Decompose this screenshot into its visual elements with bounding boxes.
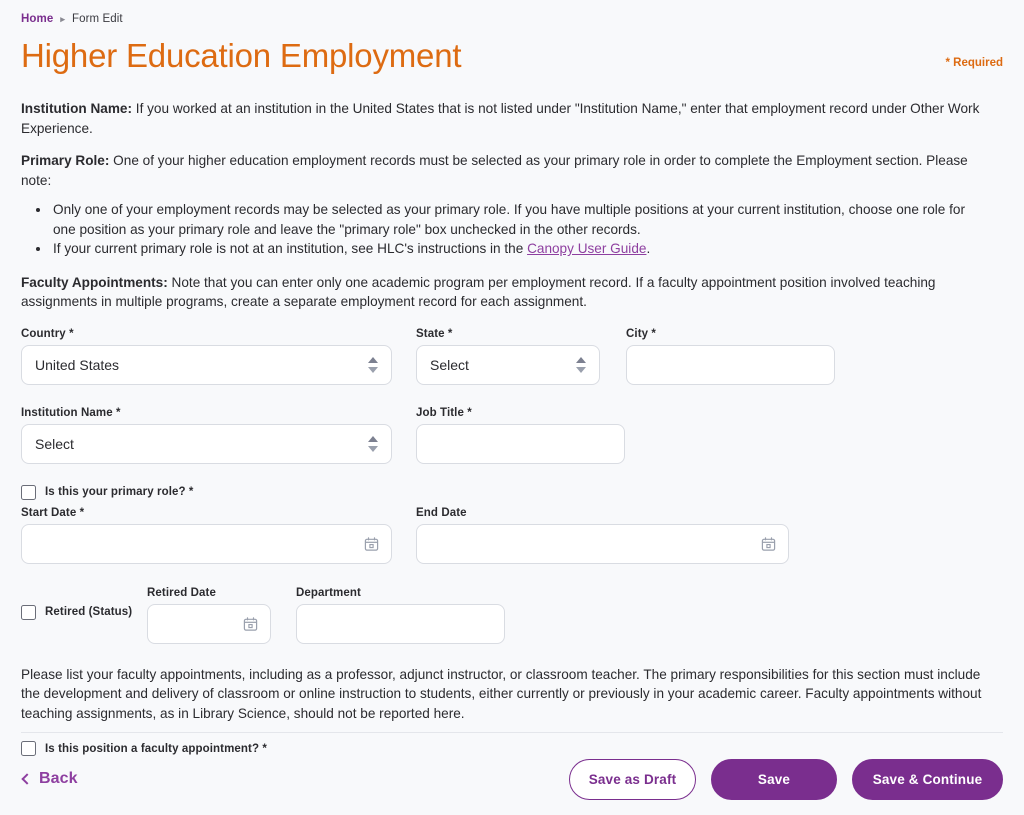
form-row-dates: Start Date * End Date xyxy=(21,507,1003,564)
page-title: Higher Education Employment xyxy=(21,37,462,74)
save-as-draft-button[interactable]: Save as Draft xyxy=(569,758,696,800)
primary-role-checkbox-label: Is this your primary role? * xyxy=(45,486,194,498)
end-date-label: End Date xyxy=(416,506,467,519)
faculty-appointment-description-text: Please list your faculty appointments, i… xyxy=(21,666,982,721)
back-button-label: Back xyxy=(39,770,78,787)
form-row-location: Country * United States State * Select C… xyxy=(21,328,1003,385)
institution-name-select[interactable]: Select xyxy=(21,423,392,464)
intro-copy: Institution Name: If you worked at an in… xyxy=(21,99,1003,312)
city-input[interactable] xyxy=(626,344,835,385)
primary-role-checkbox[interactable] xyxy=(21,484,36,500)
city-field-group: City * xyxy=(626,327,835,385)
page-header: Higher Education Employment * Required xyxy=(21,37,1003,75)
job-title-field-group: Job Title * xyxy=(416,407,789,464)
department-field-group: Department xyxy=(296,587,669,644)
country-value: United States xyxy=(35,356,120,373)
save-and-continue-button[interactable]: Save & Continue xyxy=(852,758,1003,800)
state-label: State * xyxy=(416,327,453,340)
institution-name-field-group: Institution Name * Select xyxy=(21,407,392,464)
retired-checkbox[interactable] xyxy=(21,604,36,620)
start-date-label: Start Date * xyxy=(21,506,85,519)
job-title-label: Job Title * xyxy=(416,406,472,419)
institution-name-note: Institution Name: If you worked at an in… xyxy=(21,99,986,138)
start-date-input[interactable] xyxy=(21,523,392,564)
start-date-field-group: Start Date * xyxy=(21,507,392,564)
country-select[interactable]: United States xyxy=(21,344,392,385)
employment-form: Country * United States State * Select C… xyxy=(21,328,1003,756)
retired-date-input[interactable] xyxy=(147,603,271,644)
back-button[interactable]: Back xyxy=(21,766,80,792)
faculty-appointments-note-label: Faculty Appointments: xyxy=(21,274,168,290)
form-edit-page: Home ▸ Form Edit Higher Education Employ… xyxy=(0,0,1024,815)
breadcrumb-current: Form Edit xyxy=(71,13,123,25)
canopy-user-guide-link[interactable]: Canopy User Guide xyxy=(527,241,646,256)
footer-divider xyxy=(21,732,1003,733)
department-input[interactable] xyxy=(296,603,505,644)
faculty-appointment-checkbox-label: Is this position a faculty appointment? … xyxy=(45,742,267,755)
breadcrumb-separator-icon: ▸ xyxy=(60,13,65,24)
primary-role-checkbox-row[interactable]: Is this your primary role? * xyxy=(21,484,1003,500)
city-label: City * xyxy=(626,327,656,340)
save-button[interactable]: Save xyxy=(711,758,837,800)
faculty-appointment-checkbox[interactable] xyxy=(21,741,36,756)
retired-checkbox-row[interactable]: Retired (Status) xyxy=(21,587,147,620)
list-item: If your current primary role is not at a… xyxy=(51,239,986,259)
primary-role-note-text: One of your higher education employment … xyxy=(21,153,968,188)
faculty-appointment-description: Please list your faculty appointments, i… xyxy=(21,665,1003,724)
list-item: Only one of your employment records may … xyxy=(51,200,986,239)
primary-role-note-label: Primary Role: xyxy=(21,153,110,168)
country-field-group: Country * United States xyxy=(21,328,392,385)
breadcrumb: Home ▸ Form Edit xyxy=(21,0,1003,25)
institution-name-note-label: Institution Name: xyxy=(21,101,133,116)
form-row-retired: Retired (Status) Retired Date Department xyxy=(21,587,1003,644)
institution-name-value: Select xyxy=(35,435,74,452)
job-title-input[interactable] xyxy=(416,423,625,464)
retired-checkbox-label: Retired (Status) xyxy=(45,606,133,618)
retired-date-field-group: Retired Date xyxy=(147,587,271,644)
chevron-left-icon xyxy=(21,772,33,785)
bullet-text: If your current primary role is not at a… xyxy=(53,241,528,256)
faculty-appointments-note: Faculty Appointments: Note that you can … xyxy=(21,273,986,312)
chevron-updown-icon xyxy=(575,356,586,373)
retired-date-label: Retired Date xyxy=(147,586,216,599)
form-footer: Back Save as Draft Save Save & Continue xyxy=(21,755,1003,803)
end-date-field-group: End Date xyxy=(416,507,789,564)
primary-role-bullet-list: Only one of your employment records may … xyxy=(21,200,986,259)
department-label: Department xyxy=(296,586,361,599)
faculty-appointment-checkbox-row[interactable]: Is this position a faculty appointment? … xyxy=(21,741,1003,756)
primary-role-note: Primary Role: One of your higher educati… xyxy=(21,151,986,190)
chevron-updown-icon xyxy=(367,356,378,373)
state-value: Select xyxy=(430,356,469,373)
end-date-input[interactable] xyxy=(416,523,789,564)
state-field-group: State * Select xyxy=(416,328,600,385)
institution-name-label: Institution Name * xyxy=(21,406,121,419)
required-note: * Required xyxy=(945,57,1003,69)
calendar-icon[interactable] xyxy=(243,616,258,631)
country-label: Country * xyxy=(21,327,74,340)
footer-action-buttons: Save as Draft Save Save & Continue xyxy=(569,758,1003,800)
breadcrumb-home-link[interactable]: Home xyxy=(21,13,53,25)
state-select[interactable]: Select xyxy=(416,344,600,385)
institution-name-note-text: If you worked at an institution in the U… xyxy=(21,101,980,136)
form-row-institution: Institution Name * Select Job Title * xyxy=(21,407,1003,464)
bullet-text-tail: . xyxy=(646,241,651,256)
chevron-updown-icon xyxy=(367,435,378,452)
calendar-icon[interactable] xyxy=(761,536,776,551)
calendar-icon[interactable] xyxy=(364,536,379,551)
